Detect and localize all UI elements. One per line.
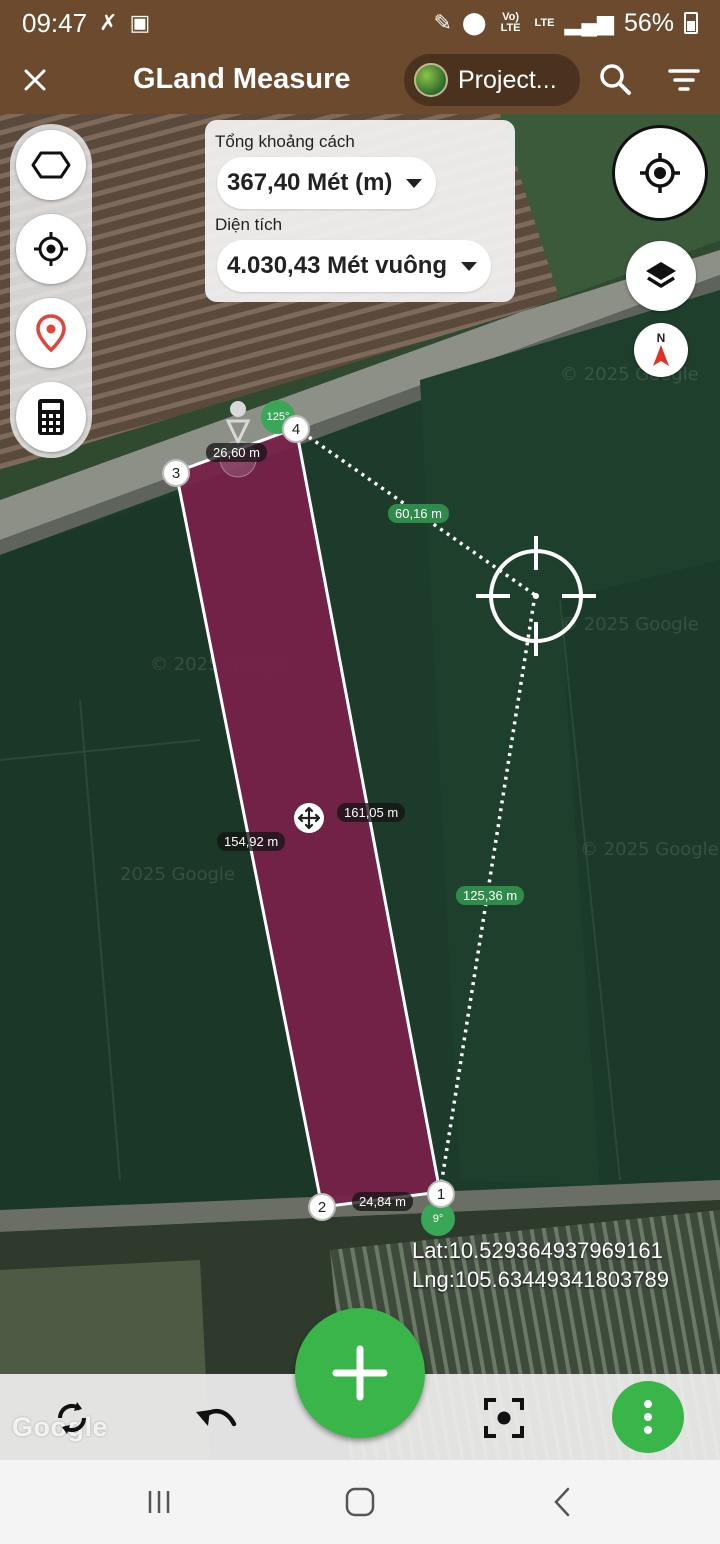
marker-button[interactable]	[16, 298, 86, 368]
battery-icon	[684, 12, 698, 34]
more-options-button[interactable]	[612, 1381, 684, 1453]
total-distance-value: 367,40 Mét (m)	[227, 169, 393, 196]
search-button[interactable]	[596, 60, 636, 100]
longitude-text: Lng:105.63449341803789	[412, 1267, 669, 1292]
search-icon	[600, 64, 631, 95]
recent-apps-icon	[148, 1491, 170, 1513]
lte-indicator: LTE	[534, 16, 555, 29]
svg-text:2025 Google: 2025 Google	[120, 864, 235, 885]
measurement-panel: Tổng khoảng cách 367,40 Mét (m) Diện tíc…	[205, 120, 515, 302]
move-polygon-handle[interactable]	[294, 803, 324, 833]
guide-label-vertex1: 125,36 m	[456, 886, 525, 905]
app-title: GLand Measure	[133, 63, 351, 95]
filter-button[interactable]	[664, 60, 704, 100]
tools-icon: ✗	[99, 10, 118, 35]
vertex-1[interactable]: 1	[427, 1180, 455, 1208]
map-layers-button[interactable]	[626, 241, 696, 311]
recent-apps-button[interactable]	[129, 1478, 189, 1526]
area-value: 4.030,43 Mét vuông	[227, 252, 448, 279]
layers-icon	[646, 262, 676, 288]
system-nav-bar	[0, 1460, 720, 1544]
dropdown-caret-icon	[461, 261, 478, 271]
gps-target-icon	[34, 232, 68, 266]
status-time: 09:47	[22, 7, 88, 38]
latitude-text: Lat:10.529364937969161	[412, 1238, 663, 1263]
signal-icon: ▂▄▆	[564, 10, 614, 35]
home-icon	[345, 1487, 375, 1517]
refresh-button[interactable]	[42, 1388, 102, 1448]
gps-point-button[interactable]	[16, 214, 86, 284]
focus-frame-icon	[484, 1398, 524, 1438]
total-distance-label: Tổng khoảng cách	[215, 132, 355, 151]
area-label: Diện tích	[215, 215, 283, 234]
guide-label-vertex4: 60,16 m	[388, 504, 449, 523]
total-distance-unit-selector[interactable]: 367,40 Mét (m)	[217, 157, 437, 209]
svg-text:© 2025 Google: © 2025 Google	[560, 614, 699, 635]
compass-north-label: N	[656, 331, 666, 345]
left-toolbar	[10, 124, 92, 458]
my-location-icon	[640, 153, 680, 193]
area-unit-selector[interactable]: 4.030,43 Mét vuông	[217, 240, 492, 292]
calculator-icon	[38, 399, 64, 435]
compass-needle-icon	[653, 345, 669, 366]
back-button[interactable]	[532, 1478, 592, 1526]
svg-text:© 2025 Google: © 2025 Google	[580, 839, 719, 860]
segment-label-left: 154,92 m	[217, 832, 286, 851]
project-selector[interactable]: Project...	[404, 54, 580, 106]
segment-label-right: 161,05 m	[337, 803, 406, 822]
image-icon: ▣	[129, 10, 151, 35]
home-button[interactable]	[330, 1478, 390, 1526]
close-icon	[24, 69, 46, 91]
project-label: Project...	[458, 65, 557, 94]
map-pin-icon	[36, 314, 66, 353]
move-icon	[298, 807, 320, 829]
back-arrow-icon	[554, 1487, 570, 1517]
undo-icon	[196, 1409, 237, 1427]
project-avatar	[414, 63, 448, 97]
vertex-2[interactable]: 2	[308, 1193, 336, 1221]
polygon-mode-button[interactable]	[16, 130, 86, 200]
pen-icon: ✎	[433, 10, 452, 35]
battery-percent: 56%	[623, 8, 674, 37]
status-bar: 09:47 ✗ ▣ ✎ ⬤ Vo) LTE LTE ▂▄▆ 56%	[0, 0, 720, 46]
more-vertical-icon	[644, 1400, 652, 1434]
vertex-3[interactable]: 3	[162, 459, 190, 487]
refresh-icon	[57, 1402, 87, 1434]
volte-indicator: Vo) LTE	[500, 11, 521, 34]
my-location-button[interactable]	[612, 125, 708, 221]
undo-button[interactable]	[186, 1388, 246, 1448]
filter-icon	[668, 69, 700, 91]
dropdown-caret-icon	[406, 178, 423, 188]
segment-label-bottom: 24,84 m	[352, 1192, 413, 1211]
vertex-4[interactable]: 4	[282, 415, 310, 443]
compass-button[interactable]: N	[634, 323, 688, 377]
plus-icon	[332, 1345, 388, 1401]
coordinates-readout: Lat:10.529364937969161 Lng:105.634493418…	[412, 1236, 669, 1294]
location-icon: ⬤	[461, 10, 487, 35]
calculator-button[interactable]	[16, 382, 86, 452]
segment-label-top: 26,60 m	[206, 443, 267, 462]
app-bar: GLand Measure Project...	[0, 46, 720, 114]
add-point-button[interactable]	[295, 1308, 425, 1438]
close-button[interactable]	[0, 46, 70, 114]
focus-button[interactable]	[474, 1388, 534, 1448]
polygon-icon	[31, 151, 71, 179]
